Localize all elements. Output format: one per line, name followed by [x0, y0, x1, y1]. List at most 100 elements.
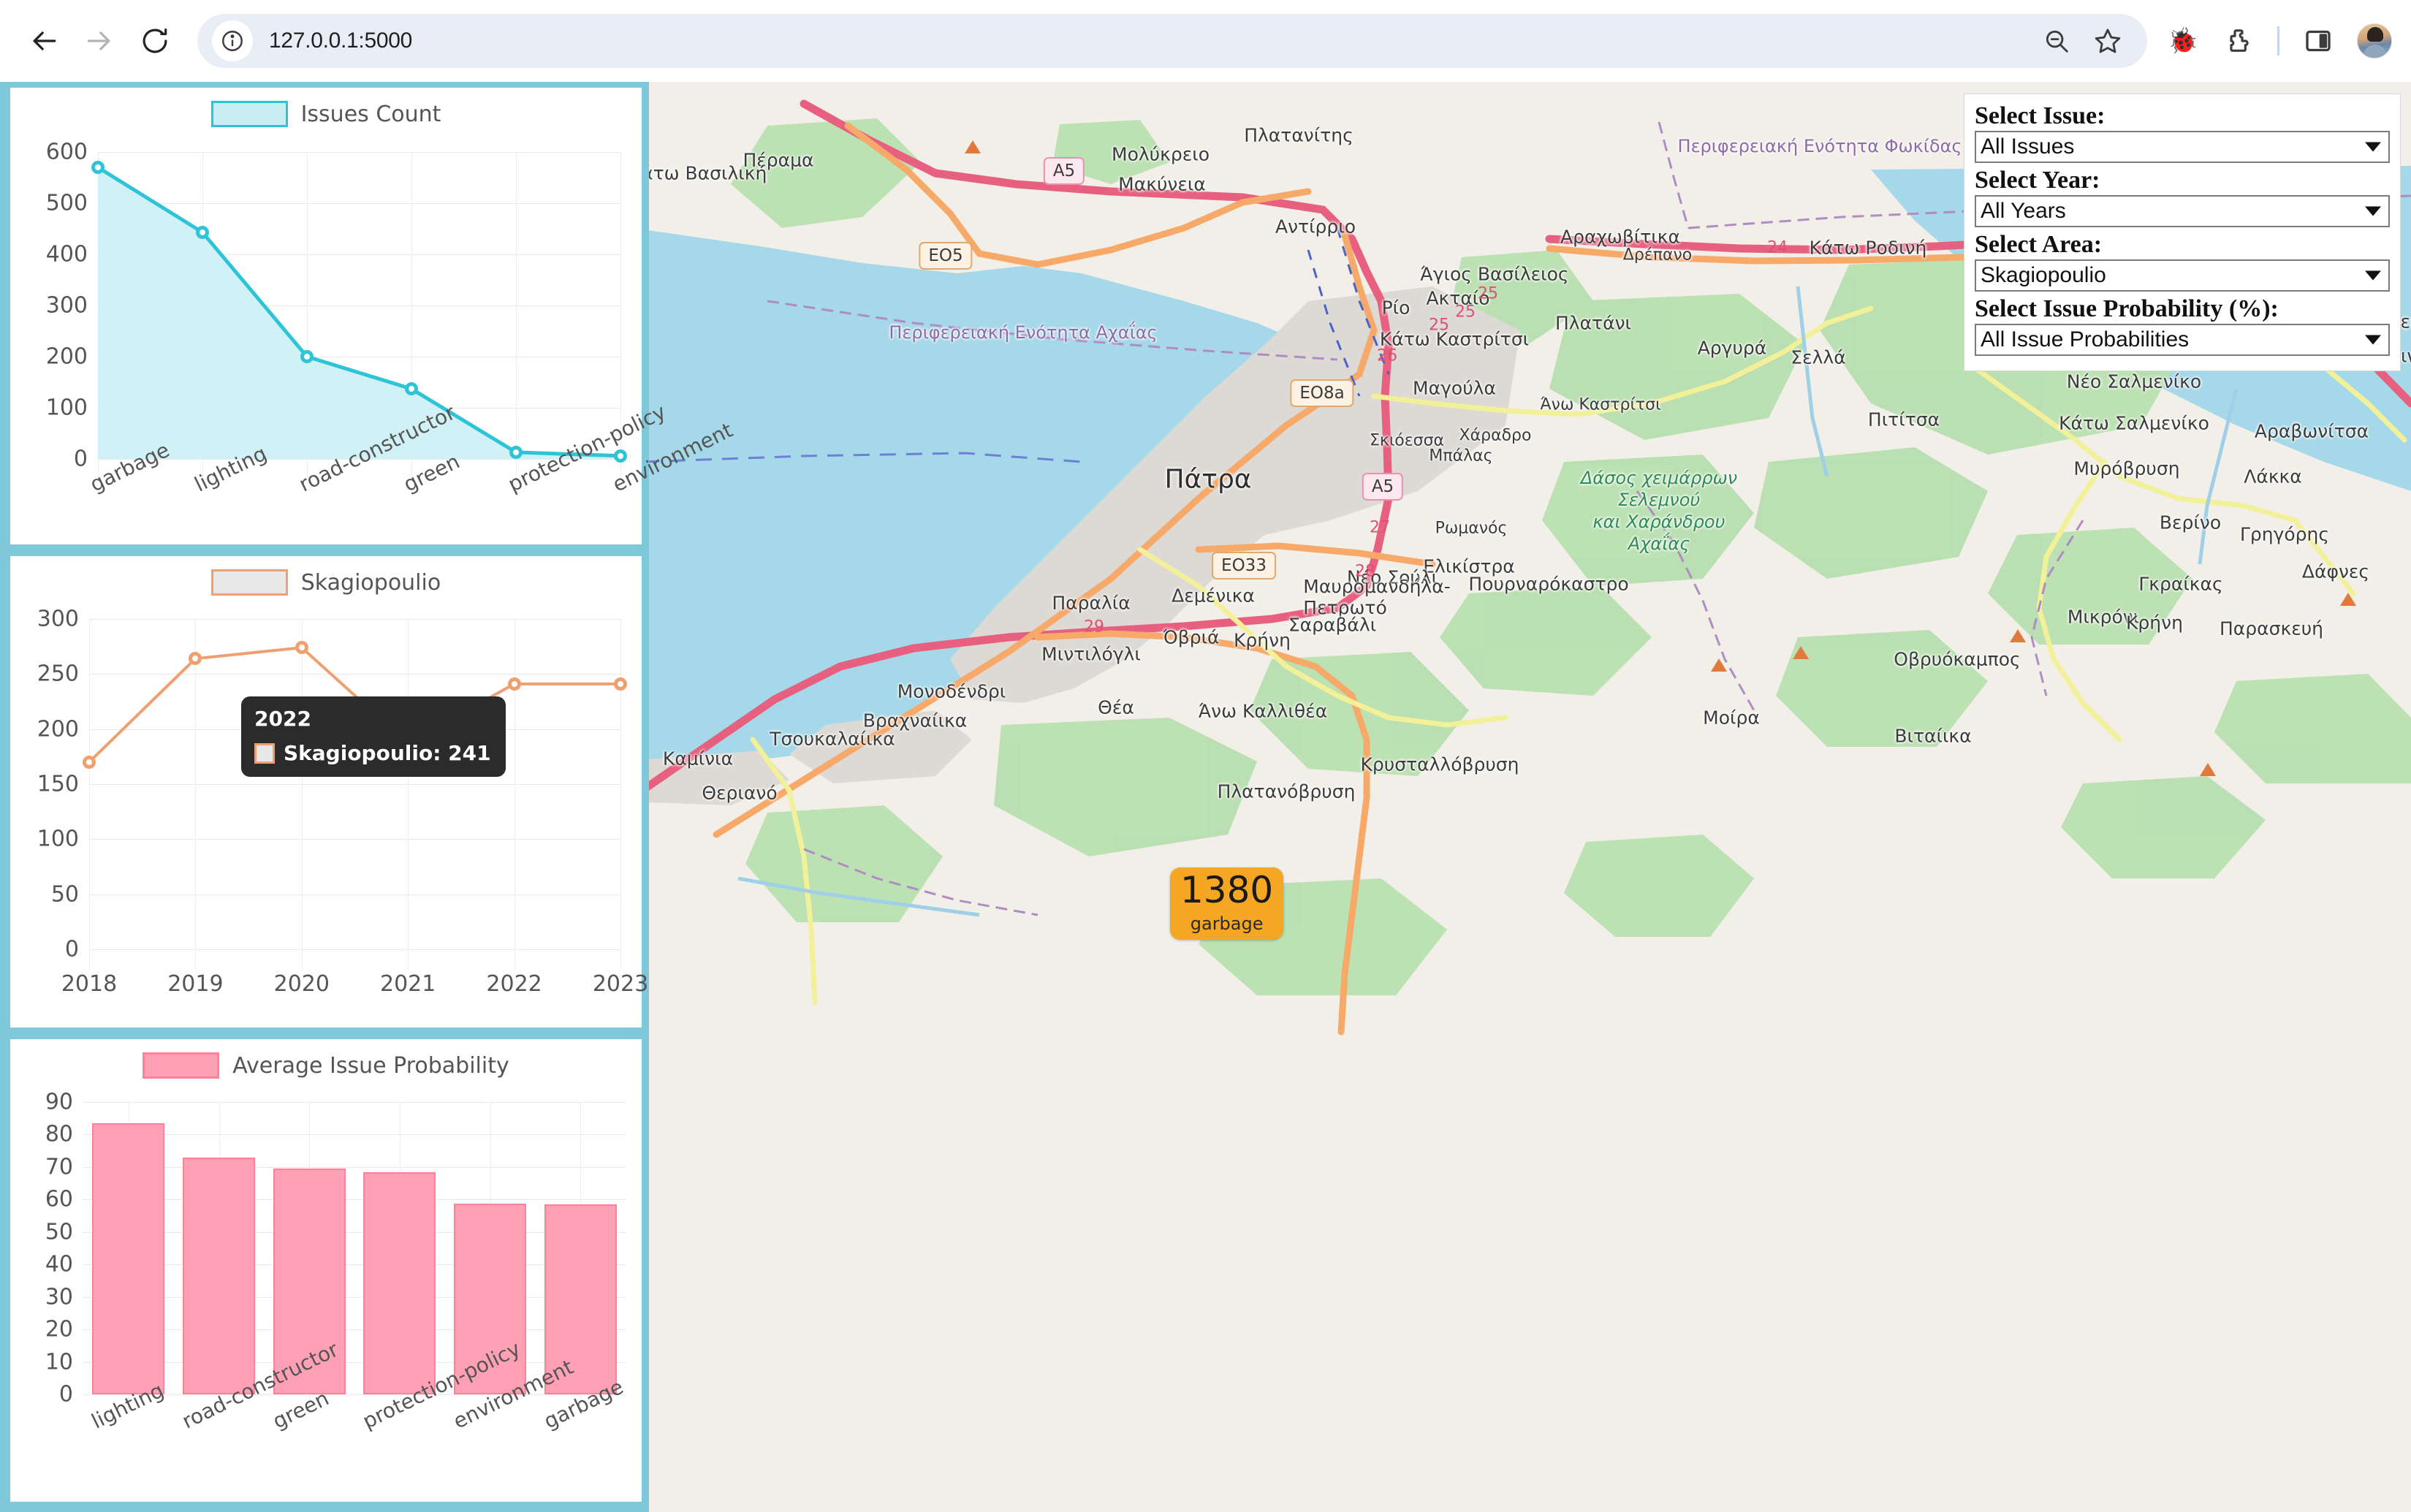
chart-gridline	[83, 1167, 626, 1168]
chevron-down-icon	[2365, 207, 2381, 216]
chart-vertical-gridline	[620, 619, 621, 970]
chart-data-point[interactable]	[509, 446, 523, 459]
chart1-legend-label: Issues Count	[301, 102, 441, 127]
chart3-plot-area: 0102030405060708090lightingroad-construc…	[83, 1102, 626, 1394]
issues-count-chart: Issues Count 0100200300400500600garbagel…	[10, 88, 642, 544]
filter-control-panel: Select Issue: All Issues Select Year: Al…	[1964, 94, 2401, 371]
chart-gridline	[89, 949, 620, 950]
select-year-label: Select Year:	[1975, 166, 2390, 195]
map-route-shield: A5	[1362, 473, 1403, 501]
select-probability-label: Select Issue Probability (%):	[1975, 295, 2390, 324]
side-panel-icon	[2304, 26, 2333, 56]
skagiopoulio-chart: Skagiopoulio 050100150200250300201820192…	[10, 556, 642, 1027]
chart2-plot-area: 0501001502002503002018201920202021202220…	[89, 619, 620, 949]
chart-y-tick-label: 300	[46, 293, 88, 319]
star-icon	[2093, 26, 2122, 56]
browser-toolbar: 127.0.0.1:5000 🐞	[0, 0, 2411, 82]
url-text: 127.0.0.1:5000	[269, 29, 412, 53]
map-peak-icon	[1711, 658, 1727, 672]
puzzle-extension-icon[interactable]	[2222, 24, 2255, 58]
chart1-legend[interactable]: Issues Count	[10, 88, 642, 127]
zoom-out-button[interactable]	[2040, 25, 2073, 57]
chart-data-point[interactable]	[614, 677, 627, 691]
select-year-dropdown[interactable]: All Years	[1975, 195, 2390, 227]
chart-y-tick-label: 100	[46, 395, 88, 421]
chart-x-tick-label: 2023	[593, 971, 648, 997]
map-route-number: 29	[1084, 618, 1104, 637]
select-issue-value: All Issues	[1981, 134, 2074, 159]
side-panel-button[interactable]	[2301, 24, 2335, 58]
select-probability-value: All Issue Probabilities	[1981, 327, 2189, 352]
charts-sidebar: Issues Count 0100200300400500600garbagel…	[0, 82, 649, 1512]
chart-data-point[interactable]	[91, 161, 105, 174]
chart-y-tick-label: 70	[45, 1154, 73, 1179]
select-area-dropdown[interactable]: Skagiopoulio	[1975, 259, 2390, 292]
chart-y-tick-label: 150	[37, 772, 79, 797]
chart-x-tick-label: 2020	[274, 971, 330, 997]
chart-data-point[interactable]	[614, 449, 627, 463]
map-route-shield: EO8a	[1290, 379, 1353, 407]
map-route-number: 27	[1370, 519, 1390, 537]
chart-y-tick-label: 90	[45, 1090, 73, 1115]
map-peak-icon	[1793, 646, 1809, 659]
chart-data-point[interactable]	[295, 641, 308, 654]
reload-icon	[140, 26, 170, 56]
chart-y-tick-label: 20	[45, 1317, 73, 1342]
back-button[interactable]	[18, 15, 70, 67]
marker-label: garbage	[1180, 915, 1273, 932]
map-route-number: 28	[1355, 563, 1375, 581]
reload-button[interactable]	[129, 15, 181, 67]
tooltip-row: Skagiopoulio: 241	[254, 741, 491, 765]
chart-data-point[interactable]	[189, 652, 202, 665]
forward-button[interactable]	[73, 15, 126, 67]
tooltip-swatch	[254, 743, 275, 764]
chart2-tooltip: 2022 Skagiopoulio: 241	[241, 696, 506, 777]
chart-y-tick-label: 500	[46, 191, 88, 216]
map-route-number: 24	[1767, 239, 1788, 257]
bug-extension-icon[interactable]: 🐞	[2166, 24, 2200, 58]
toolbar-separator	[2277, 26, 2279, 56]
issue-marker[interactable]: 1380 garbage	[1170, 867, 1283, 940]
chart-y-tick-label: 80	[45, 1122, 73, 1147]
chart-y-tick-label: 10	[45, 1349, 73, 1375]
map-peak-icon	[2340, 593, 2356, 606]
chart-y-tick-label: 0	[59, 1382, 73, 1407]
chevron-down-icon	[2365, 271, 2381, 281]
chart1-legend-swatch	[211, 101, 288, 127]
chart3-legend-swatch	[143, 1052, 219, 1079]
chart-y-tick-label: 400	[46, 242, 88, 267]
address-bar[interactable]: 127.0.0.1:5000	[197, 14, 2147, 68]
bookmark-button[interactable]	[2092, 25, 2124, 57]
chart-y-tick-label: 40	[45, 1252, 73, 1277]
chart-y-tick-label: 50	[51, 881, 79, 907]
chart-y-tick-label: 200	[46, 344, 88, 370]
chart-y-tick-label: 100	[37, 827, 79, 852]
chart2-legend[interactable]: Skagiopoulio	[10, 556, 642, 596]
map-route-number: 25	[1478, 285, 1498, 303]
profile-avatar[interactable]	[2357, 23, 2392, 58]
map-peak-icon	[2010, 629, 2026, 642]
chart2-legend-label: Skagiopoulio	[301, 570, 441, 596]
map-route-number: 25	[1455, 303, 1476, 322]
average-issue-probability-chart: Average Issue Probability 01020304050607…	[10, 1039, 642, 1502]
chart-bar[interactable]	[183, 1158, 255, 1394]
chart-data-point[interactable]	[83, 756, 96, 769]
chart-y-tick-label: 30	[45, 1284, 73, 1310]
chart-y-tick-label: 250	[37, 661, 79, 687]
chart-x-tick-label: 2022	[486, 971, 542, 997]
chart3-legend[interactable]: Average Issue Probability	[10, 1039, 642, 1079]
chart-bar[interactable]	[92, 1123, 164, 1394]
chart-data-point[interactable]	[508, 677, 521, 691]
chart-data-point[interactable]	[196, 226, 209, 239]
select-issue-dropdown[interactable]: All Issues	[1975, 131, 2390, 163]
chart-y-tick-label: 60	[45, 1187, 73, 1212]
chart-data-point[interactable]	[300, 350, 314, 363]
site-info-button[interactable]	[212, 20, 253, 61]
puzzle-icon	[2224, 26, 2253, 56]
chart-bar[interactable]	[363, 1172, 436, 1394]
chart-data-point[interactable]	[405, 382, 418, 395]
chart1-series	[98, 152, 620, 459]
select-probability-dropdown[interactable]: All Issue Probabilities	[1975, 324, 2390, 356]
chart-gridline	[83, 1199, 626, 1200]
map-route-number: 26	[1377, 347, 1397, 365]
